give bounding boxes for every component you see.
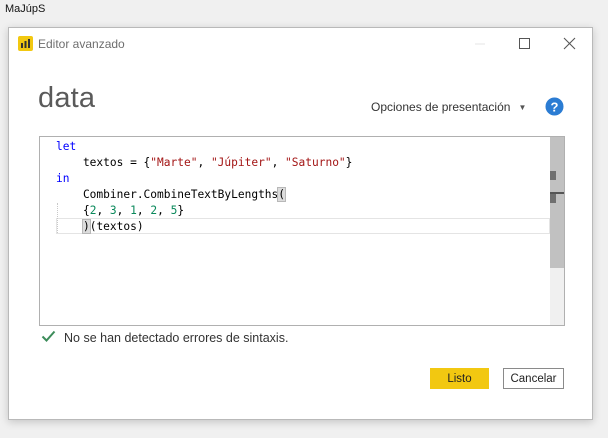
minimize-icon[interactable] xyxy=(470,34,490,54)
code-text[interactable]: let textos = {"Marte", "Júpiter", "Satur… xyxy=(56,139,352,235)
code-token: 1 xyxy=(130,204,137,217)
close-icon[interactable] xyxy=(559,34,579,54)
code-token: in xyxy=(56,172,70,185)
display-options-dropdown[interactable]: Opciones de presentación ▼ xyxy=(371,100,526,114)
scrollbar-marker xyxy=(550,171,556,180)
checkmark-icon xyxy=(41,330,56,345)
code-token: , xyxy=(116,204,131,217)
code-line[interactable]: {2, 3, 1, 2, 5} xyxy=(56,203,352,219)
code-token: 3 xyxy=(109,204,117,217)
code-token: (textos) xyxy=(89,220,144,233)
code-token: , xyxy=(136,204,151,217)
scrollbar-marker xyxy=(550,194,556,203)
advanced-editor-dialog: Editor avanzado data Opciones de present… xyxy=(8,27,593,420)
code-token: Combiner.CombineTextByLengths xyxy=(56,188,279,201)
code-token: , xyxy=(271,156,286,169)
code-line[interactable]: in xyxy=(56,171,352,187)
background-window-title: MaJúpS xyxy=(5,3,46,15)
display-options-label: Opciones de presentación xyxy=(371,100,511,114)
code-token: , xyxy=(157,204,171,217)
code-editor[interactable]: let textos = {"Marte", "Júpiter", "Satur… xyxy=(39,136,565,326)
code-token: textos = { xyxy=(56,156,151,169)
done-button[interactable]: Listo xyxy=(430,368,489,389)
code-line[interactable]: let xyxy=(56,139,352,155)
maximize-icon[interactable] xyxy=(514,34,534,54)
code-line[interactable]: Combiner.CombineTextByLengths( xyxy=(56,187,352,203)
code-token: ( xyxy=(277,187,286,202)
power-bi-icon xyxy=(18,36,33,51)
window-title: Editor avanzado xyxy=(38,37,125,51)
query-name-heading: data xyxy=(38,82,96,114)
code-token: } xyxy=(177,204,185,217)
code-token: ) xyxy=(81,219,91,234)
code-token: "Marte" xyxy=(150,156,198,169)
code-token: } xyxy=(345,156,353,169)
code-token: "Júpiter" xyxy=(210,156,272,169)
code-line[interactable]: textos = {"Marte", "Júpiter", "Saturno"} xyxy=(56,155,352,171)
code-token: { xyxy=(56,204,90,217)
code-line[interactable]: )(textos) xyxy=(56,219,352,235)
status-message: No se han detectado errores de sintaxis. xyxy=(64,330,289,345)
code-token: "Saturno" xyxy=(285,156,346,169)
code-token: let xyxy=(56,140,77,153)
syntax-status: No se han detectado errores de sintaxis. xyxy=(41,330,288,345)
dialog-titlebar: Editor avanzado xyxy=(9,28,592,60)
vertical-scrollbar[interactable] xyxy=(550,137,564,325)
caret-down-icon: ▼ xyxy=(518,102,527,112)
code-token: , xyxy=(96,204,110,217)
code-token: , xyxy=(197,156,211,169)
question-circle-icon[interactable]: ? xyxy=(545,97,564,116)
cancel-button[interactable]: Cancelar xyxy=(503,368,564,389)
svg-text:?: ? xyxy=(551,100,559,115)
